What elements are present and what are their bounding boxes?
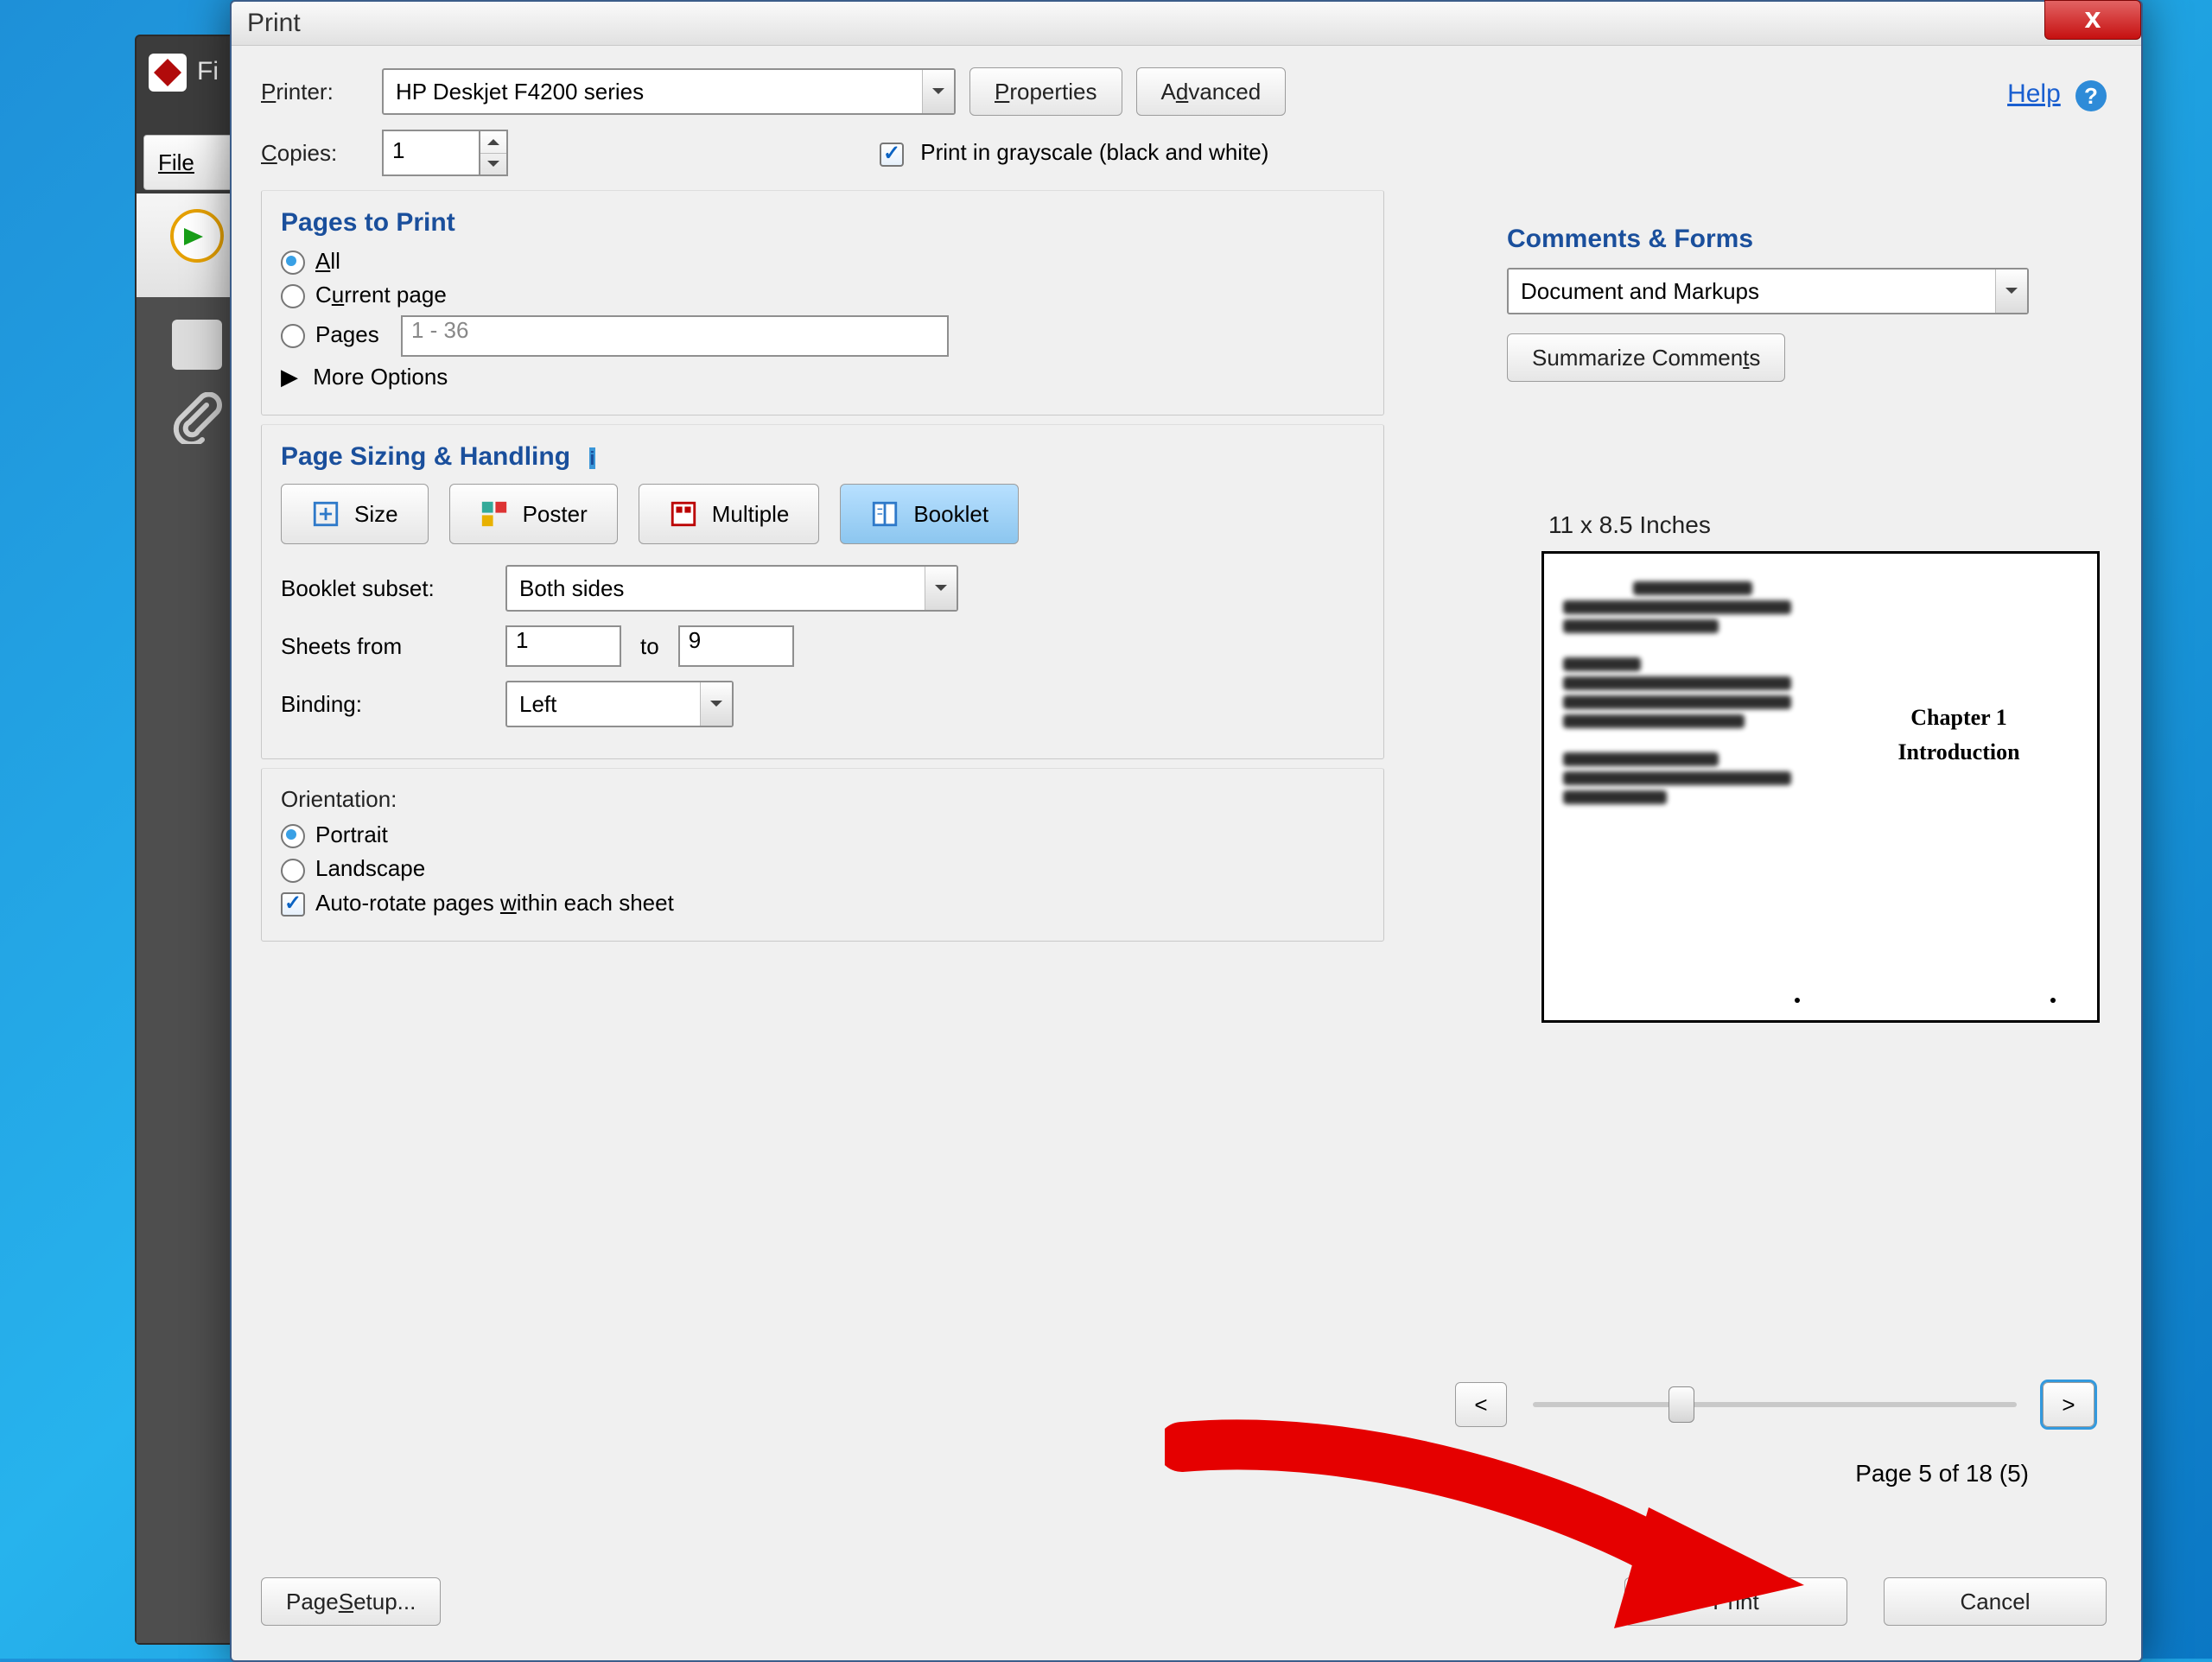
help-link[interactable]: Help: [2007, 79, 2061, 108]
chevron-down-icon: [925, 567, 957, 610]
copies-label: Copies:: [261, 140, 382, 167]
chevron-down-icon[interactable]: [480, 154, 506, 175]
close-button[interactable]: x: [2044, 0, 2141, 40]
help-icon[interactable]: ?: [2075, 80, 2107, 111]
copies-input[interactable]: 1: [382, 130, 480, 176]
page-preview: Chapter 1 Introduction: [1541, 551, 2100, 1023]
copies-spinner[interactable]: [480, 130, 508, 176]
background-window-title: Fi: [197, 57, 219, 86]
sheets-to-input[interactable]: 9: [678, 625, 794, 667]
orientation-landscape-radio[interactable]: Landscape: [281, 855, 1364, 882]
pages-all-radio[interactable]: All: [281, 248, 1364, 275]
grayscale-checkbox[interactable]: Print in grayscale (black and white): [880, 139, 1268, 166]
preview-prev-button[interactable]: <: [1455, 1382, 1507, 1427]
printer-label: Printer:: [261, 79, 382, 105]
sheets-from-label: Sheets from: [281, 633, 505, 660]
dialog-titlebar: Print x: [232, 2, 2141, 46]
print-button[interactable]: Print: [1624, 1577, 1847, 1626]
pages-range-radio[interactable]: Pages 1 - 36: [281, 315, 1364, 357]
chevron-up-icon[interactable]: [480, 131, 506, 154]
preview-right-page: Chapter 1 Introduction: [1847, 701, 2071, 770]
slider-thumb[interactable]: [1669, 1386, 1694, 1423]
preview-page-label: Page 5 of 18 (5): [1855, 1460, 2029, 1488]
preview-zoom-slider[interactable]: [1533, 1402, 2017, 1407]
mode-multiple-button[interactable]: Multiple: [639, 484, 820, 544]
autorotate-checkbox[interactable]: Auto-rotate pages within each sheet: [281, 890, 1364, 917]
info-icon[interactable]: i: [589, 447, 594, 469]
more-options-toggle[interactable]: ▶ More Options: [281, 364, 1364, 390]
convert-icon: [170, 209, 224, 263]
pdf-app-icon: [149, 54, 187, 92]
sheets-from-input[interactable]: 1: [505, 625, 621, 667]
page-setup-button[interactable]: Page Setup...: [261, 1577, 441, 1626]
pages-panel-icon[interactable]: [172, 320, 222, 370]
comments-forms-header: Comments & Forms: [1507, 225, 2112, 254]
preview-left-page: [1563, 576, 1822, 809]
advanced-button[interactable]: Advanced: [1136, 67, 1287, 116]
help-link-area[interactable]: Help ?: [2007, 79, 2107, 111]
preview-next-button[interactable]: >: [2043, 1382, 2094, 1427]
paper-size-label: 11 x 8.5 Inches: [1548, 511, 2094, 539]
printer-select[interactable]: HP Deskjet F4200 series: [382, 68, 956, 115]
properties-button[interactable]: Properties: [969, 67, 1122, 116]
binding-select[interactable]: Left: [505, 681, 734, 727]
pages-range-input[interactable]: 1 - 36: [401, 315, 949, 357]
pages-to-print-header: Pages to Print: [281, 208, 1364, 238]
mode-booklet-button[interactable]: Booklet: [840, 484, 1019, 544]
booklet-subset-label: Booklet subset:: [281, 575, 505, 602]
print-dialog: Print x Help ? Printer: HP Deskjet F4200…: [230, 0, 2143, 1662]
sizing-header: Page Sizing & Handling i: [281, 442, 1364, 472]
cancel-button[interactable]: Cancel: [1884, 1577, 2107, 1626]
mode-size-button[interactable]: Size: [281, 484, 429, 544]
summarize-comments-button[interactable]: Summarize Comments: [1507, 333, 1785, 382]
attachments-icon[interactable]: [172, 392, 222, 442]
binding-label: Binding:: [281, 691, 505, 718]
pages-current-radio[interactable]: Current page: [281, 282, 1364, 308]
booklet-subset-select[interactable]: Both sides: [505, 565, 958, 612]
mode-poster-button[interactable]: Poster: [449, 484, 618, 544]
comments-forms-select[interactable]: Document and Markups: [1507, 268, 2029, 314]
dialog-title: Print: [247, 9, 301, 38]
checkbox-icon: [880, 143, 904, 167]
chevron-down-icon: [700, 682, 732, 726]
orientation-header: Orientation:: [281, 786, 1364, 813]
chevron-down-icon: [1995, 270, 2027, 313]
orientation-portrait-radio[interactable]: Portrait: [281, 821, 1364, 848]
chevron-down-icon: [922, 70, 954, 113]
